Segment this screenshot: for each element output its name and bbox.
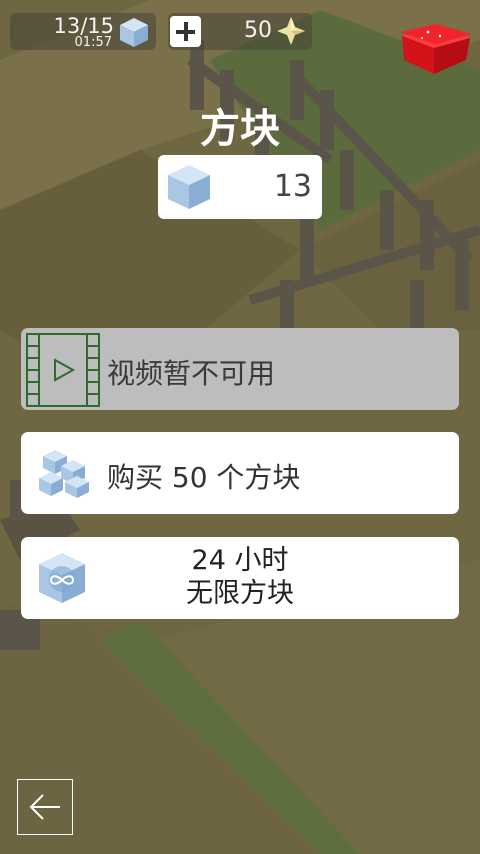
- cubes-stack-icon: [37, 448, 91, 502]
- buy-cubes-button[interactable]: 购买 50 个方块: [21, 432, 459, 514]
- film-play-icon: [25, 332, 101, 412]
- cube-balance-card: 13: [158, 155, 322, 219]
- buy-cubes-label: 购买 50 个方块: [107, 461, 301, 494]
- refill-timer: 01:57: [74, 35, 112, 50]
- cube-icon: [118, 16, 150, 52]
- infinite-cubes-duration: 24 小时: [191, 545, 289, 576]
- page-title: 方块: [200, 106, 280, 152]
- cube-balance-value: 13: [273, 169, 312, 204]
- watch-video-button[interactable]: 视频暂不可用: [21, 328, 459, 410]
- cube-icon: [166, 163, 212, 215]
- star-count-text: 50: [244, 18, 272, 43]
- watch-video-label: 视频暂不可用: [107, 357, 276, 390]
- star-counter: 50: [168, 13, 312, 50]
- infinite-cubes-label: 无限方块: [186, 578, 294, 609]
- infinite-cubes-button[interactable]: 24 小时 无限方块: [21, 537, 459, 619]
- plus-icon[interactable]: [170, 16, 201, 47]
- back-button[interactable]: [17, 779, 73, 835]
- cube-counter: 13/15 01:57: [10, 13, 156, 50]
- star-icon: [276, 16, 306, 50]
- infinite-cubes-text: 24 小时 无限方块: [21, 544, 459, 610]
- back-arrow-icon: [29, 794, 60, 820]
- gift-box-icon[interactable]: [398, 24, 472, 80]
